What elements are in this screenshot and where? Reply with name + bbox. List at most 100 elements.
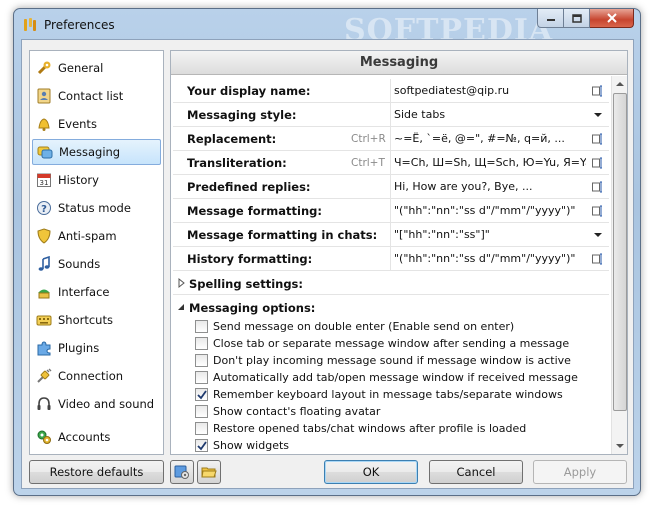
sidebar-item-history[interactable]: 31 History: [32, 167, 161, 193]
sidebar-item-events[interactable]: Events: [32, 111, 161, 137]
sidebar-item-label: Sounds: [58, 257, 101, 271]
sidebar-item-connection[interactable]: Connection: [32, 363, 161, 389]
sidebar-item-label: Shortcuts: [58, 313, 113, 327]
sidebar-item-messaging[interactable]: Messaging: [32, 139, 161, 165]
close-button[interactable]: [590, 9, 634, 28]
setting-row-replacement[interactable]: Replacement: Ctrl+R ~=Ё, `=ё, @=", #=№, …: [173, 127, 609, 151]
title-bar[interactable]: Preferences SOFTPEDIA: [14, 9, 640, 48]
vertical-scrollbar[interactable]: [611, 76, 627, 454]
sidebar-item-status-mode[interactable]: ? Status mode: [32, 195, 161, 221]
restore-defaults-button[interactable]: Restore defaults: [29, 460, 164, 484]
checkbox[interactable]: [195, 371, 208, 384]
sidebar-item-general[interactable]: General: [32, 55, 161, 81]
setting-name: Messaging style:: [187, 108, 297, 122]
setting-value[interactable]: Ч=Ch, Ш=Sh, Щ=Sch, Ю=Yu, Я=Ya, ...: [394, 156, 586, 169]
sidebar-item-label: Plugins: [58, 341, 100, 355]
minimize-button[interactable]: [537, 9, 564, 28]
sidebar-item-label: Status mode: [58, 201, 131, 215]
setting-row-message-formatting[interactable]: Message formatting: "("hh":"nn":"ss d"/"…: [173, 199, 609, 223]
edit-field-icon[interactable]: [591, 252, 605, 266]
option-label: Remember keyboard layout in message tabs…: [213, 388, 563, 401]
scrollbar-thumb[interactable]: [613, 93, 627, 411]
scroll-down-icon[interactable]: [612, 438, 627, 454]
accounts-gear-icon: [36, 429, 52, 445]
sidebar-item-label: Anti-spam: [58, 229, 117, 243]
sidebar-item-video-and-sound[interactable]: Video and sound: [32, 391, 161, 417]
shortcut-hint: Ctrl+T: [351, 157, 385, 169]
setting-value[interactable]: "["hh":"nn":"ss"]": [394, 228, 586, 241]
settings-panel: Messaging Your display name: softpediate…: [170, 50, 628, 455]
sidebar-item-anti-spam[interactable]: Anti-spam: [32, 223, 161, 249]
cancel-button[interactable]: Cancel: [429, 460, 523, 484]
setting-value[interactable]: Side tabs: [394, 108, 586, 121]
option-label: Close tab or separate message window aft…: [213, 337, 570, 350]
setting-row-messaging-style[interactable]: Messaging style: Side tabs: [173, 103, 609, 127]
spelling-settings-group[interactable]: Spelling settings:: [173, 273, 609, 295]
option-auto-open-window[interactable]: Automatically add tab/open message windo…: [195, 369, 605, 386]
window-title: Preferences: [44, 18, 115, 32]
option-label: Restore opened tabs/chat windows after p…: [213, 422, 527, 435]
chevron-down-icon[interactable]: [591, 228, 605, 242]
setting-row-display-name[interactable]: Your display name: softpediatest@qip.ru: [173, 79, 609, 103]
edit-field-icon[interactable]: [591, 156, 605, 170]
sidebar-item-shortcuts[interactable]: Shortcuts: [32, 307, 161, 333]
option-send-on-double-enter[interactable]: Send message on double enter (Enable sen…: [195, 318, 605, 335]
column-divider: [390, 247, 391, 271]
setting-row-transliteration[interactable]: Transliteration: Ctrl+T Ч=Ch, Ш=Sh, Щ=Sc…: [173, 151, 609, 175]
contact-list-icon: [36, 88, 52, 104]
maximize-button[interactable]: [564, 9, 590, 28]
setting-value[interactable]: Hi, How are you?, Bye, ...: [394, 180, 586, 193]
checkbox[interactable]: [195, 405, 208, 418]
checkbox[interactable]: [195, 337, 208, 350]
messaging-options-group[interactable]: Messaging options:: [173, 297, 609, 319]
option-floating-avatar[interactable]: Show contact's floating avatar: [195, 403, 605, 420]
checkbox[interactable]: [195, 422, 208, 435]
edit-field-icon[interactable]: [591, 204, 605, 218]
collapse-arrow-icon[interactable]: [177, 301, 187, 313]
checkbox[interactable]: [195, 320, 208, 333]
option-restore-tabs[interactable]: Restore opened tabs/chat windows after p…: [195, 420, 605, 437]
option-remember-keyboard-layout[interactable]: Remember keyboard layout in message tabs…: [195, 386, 605, 403]
panel-title: Messaging: [359, 55, 439, 70]
setting-row-predefined-replies[interactable]: Predefined replies: Hi, How are you?, By…: [173, 175, 609, 199]
option-show-widgets[interactable]: Show widgets: [195, 437, 605, 454]
chevron-down-icon[interactable]: [591, 108, 605, 122]
checkbox-checked[interactable]: [195, 388, 208, 401]
edit-field-icon[interactable]: [591, 84, 605, 98]
option-label: Show widgets: [213, 439, 290, 452]
sidebar-item-accounts[interactable]: Accounts: [32, 424, 161, 450]
sidebar-item-label: Interface: [58, 285, 110, 299]
option-no-sound-when-active[interactable]: Don't play incoming message sound if mes…: [195, 352, 605, 369]
setting-name: Transliteration:: [187, 156, 287, 170]
sidebar-item-plugins[interactable]: Plugins: [32, 335, 161, 361]
sidebar-item-sounds[interactable]: Sounds: [32, 251, 161, 277]
open-folder-button[interactable]: [197, 460, 221, 484]
column-divider: [390, 223, 391, 247]
setting-value[interactable]: "("hh":"nn":"ss d"/"mm"/"yyyy")": [394, 252, 586, 265]
profile-settings-button[interactable]: [170, 460, 194, 484]
minimize-icon: [546, 19, 555, 21]
checkbox-checked[interactable]: [195, 439, 208, 452]
setting-value[interactable]: softpediatest@qip.ru: [394, 84, 586, 97]
setting-row-history-formatting[interactable]: History formatting: "("hh":"nn":"ss d"/"…: [173, 247, 609, 271]
sidebar-item-interface[interactable]: Interface: [32, 279, 161, 305]
sidebar-item-contact-list[interactable]: Contact list: [32, 83, 161, 109]
keyboard-icon: [36, 312, 52, 328]
checkbox[interactable]: [195, 354, 208, 367]
scroll-up-icon[interactable]: [612, 76, 627, 92]
setting-name: Message formatting in chats:: [187, 228, 378, 242]
setting-value[interactable]: "("hh":"nn":"ss d"/"mm"/"yyyy")": [394, 204, 586, 217]
setting-name: History formatting:: [187, 252, 313, 266]
expand-arrow-icon[interactable]: [177, 277, 187, 289]
option-close-tab-after-send[interactable]: Close tab or separate message window aft…: [195, 335, 605, 352]
app-icon: [24, 18, 36, 31]
apply-button[interactable]: Apply: [533, 460, 627, 484]
edit-field-icon[interactable]: [591, 180, 605, 194]
setting-value[interactable]: ~=Ё, `=ё, @=", #=№, q=й, ...: [394, 132, 586, 145]
category-list: General Contact list Events Messaging 31…: [29, 50, 164, 455]
setting-name: Replacement:: [187, 132, 277, 146]
edit-field-icon[interactable]: [591, 132, 605, 146]
ok-button[interactable]: OK: [324, 460, 418, 484]
option-label: Show contact's floating avatar: [213, 405, 381, 418]
setting-row-message-formatting-in-chats[interactable]: Message formatting in chats: "["hh":"nn"…: [173, 223, 609, 247]
